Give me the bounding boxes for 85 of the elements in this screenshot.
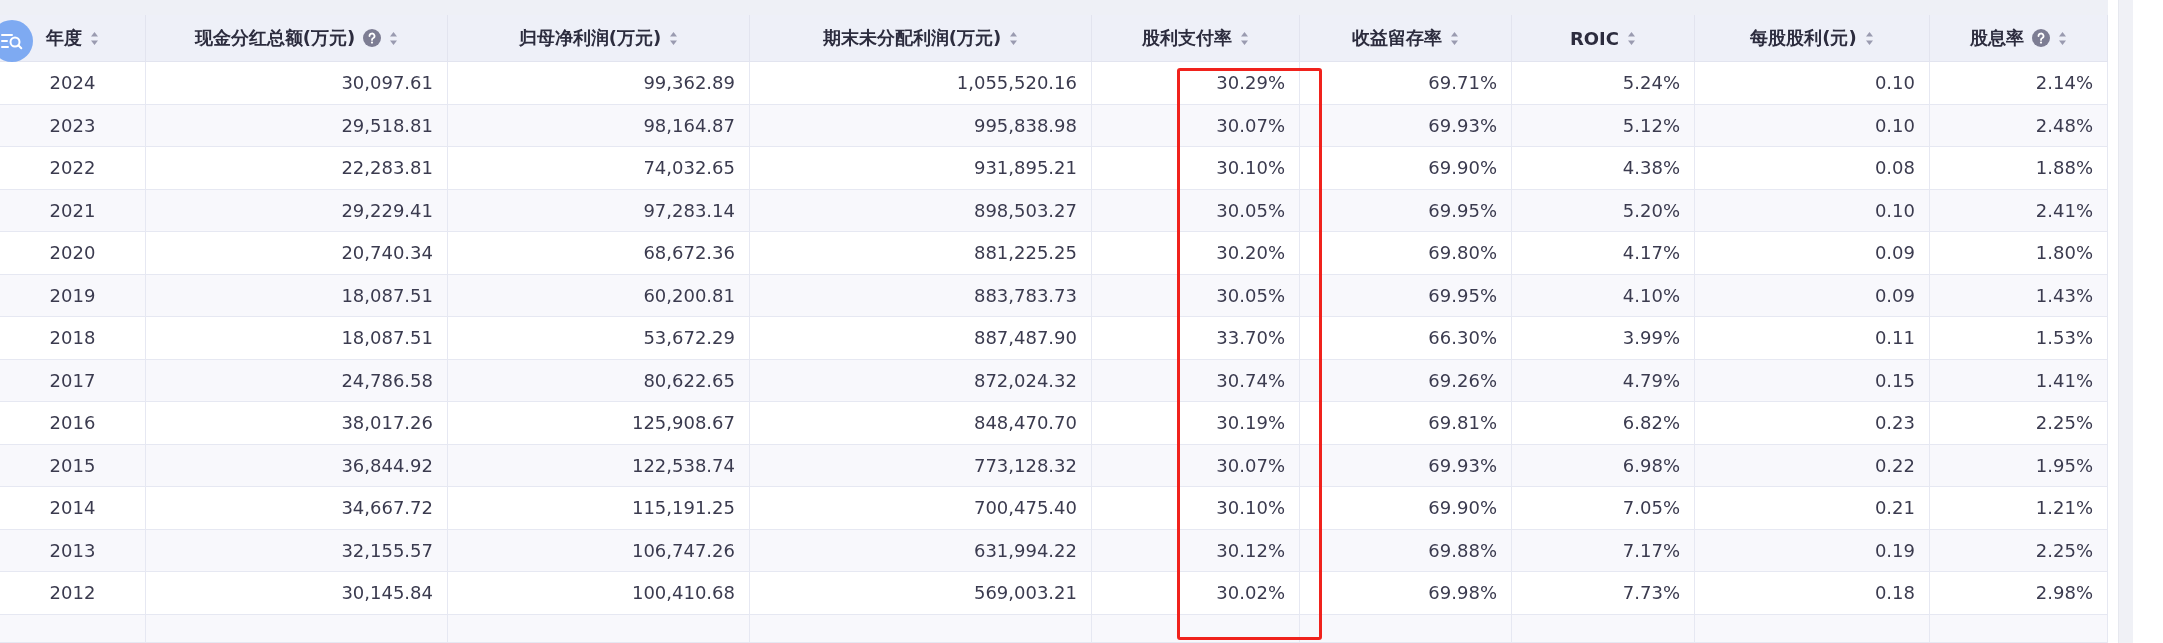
column-title[interactable]: 归母净利润(万元) — [518, 26, 662, 50]
table-cell: 99,362.89 — [448, 62, 750, 105]
help-icon[interactable] — [2032, 29, 2050, 47]
table-cell: 20,740.34 — [146, 232, 448, 275]
table-cell: 68,672.36 — [448, 232, 750, 275]
table-cell: 1.21% — [1930, 487, 2108, 530]
table-cell: 69.80% — [1300, 232, 1512, 275]
table-cell: 4.38% — [1512, 147, 1695, 190]
table-cell: 4.17% — [1512, 232, 1695, 275]
column-title[interactable]: 股利支付率 — [1142, 26, 1232, 50]
column-title[interactable]: 每股股利(元) — [1750, 26, 1857, 50]
table-cell: 848,470.70 — [750, 402, 1092, 445]
table-cell: 30,097.61 — [146, 62, 448, 105]
table-cell: 1.80% — [1930, 232, 2108, 275]
table-cell: 0.08 — [1695, 147, 1930, 190]
sort-icon[interactable] — [1627, 30, 1637, 46]
table-cell: 2018 — [0, 317, 146, 360]
table-cell: 69.98% — [1300, 572, 1512, 615]
table-cell: 69.90% — [1300, 147, 1512, 190]
table-cell: 700,475.40 — [750, 487, 1092, 530]
table-cell: 6.82% — [1512, 402, 1695, 445]
column-title[interactable]: 年度 — [46, 26, 82, 50]
sort-icon[interactable] — [1450, 30, 1459, 46]
column-title[interactable]: 收益留存率 — [1352, 26, 1442, 50]
table-cell: 0.11 — [1695, 317, 1930, 360]
table-cell: 69.90% — [1300, 487, 1512, 530]
table-cell: 30.02% — [1092, 572, 1300, 615]
table-cell: 0.10 — [1695, 62, 1930, 105]
column-title[interactable]: ROIC — [1569, 27, 1620, 49]
table-cell: 30.10% — [1092, 487, 1300, 530]
sort-icon[interactable] — [90, 30, 99, 46]
table-cell: 66.30% — [1300, 317, 1512, 360]
table-cell: 2024 — [0, 62, 146, 105]
table-cell: 30.29% — [1092, 62, 1300, 105]
table-cell: 53,672.29 — [448, 317, 750, 360]
sort-icon[interactable] — [2058, 30, 2067, 46]
table-cell: 30,145.84 — [146, 572, 448, 615]
table-cell: 1.88% — [1930, 147, 2108, 190]
table-cell: 2016 — [0, 402, 146, 445]
table-cell: 887,487.90 — [750, 317, 1092, 360]
table-cell: 38,017.26 — [146, 402, 448, 445]
help-icon[interactable] — [363, 29, 382, 47]
table-cell: 34,667.72 — [146, 487, 448, 530]
table-cell: 2012 — [0, 572, 146, 615]
table-cell: 569,003.21 — [750, 572, 1092, 615]
table-cell: 30.19% — [1092, 402, 1300, 445]
table-cell: 115,191.25 — [448, 487, 750, 530]
table-cell: 7.05% — [1512, 487, 1695, 530]
column-title[interactable]: 现金分红总额(万元) — [194, 26, 356, 50]
table-cell: 74,032.65 — [448, 147, 750, 190]
table-cell: 125,908.67 — [448, 402, 750, 445]
table-cell: 69.81% — [1300, 402, 1512, 445]
table-cell: 30.10% — [1092, 147, 1300, 190]
table-cell: 1,055,520.16 — [750, 62, 1092, 105]
sort-icon[interactable] — [1864, 30, 1874, 46]
table-cell: 33.70% — [1092, 317, 1300, 360]
sort-icon[interactable] — [1009, 30, 1019, 46]
sort-icon[interactable] — [669, 30, 679, 46]
table-cell: 3.99% — [1512, 317, 1695, 360]
table-cell: 69.71% — [1300, 62, 1512, 105]
filter-search-icon — [0, 31, 24, 51]
sort-icon[interactable] — [1240, 30, 1249, 46]
table-cell: 7.73% — [1512, 572, 1695, 615]
table-cell: 100,410.68 — [448, 572, 750, 615]
table-cell: 881,225.25 — [750, 232, 1092, 275]
sort-icon[interactable] — [389, 30, 399, 46]
table-cell: 30.20% — [1092, 232, 1300, 275]
column-title[interactable]: 股息率 — [1970, 26, 2024, 50]
table-cell: 5.24% — [1512, 62, 1695, 105]
table-cell: 2020 — [0, 232, 146, 275]
scrollbar-track[interactable] — [2118, 0, 2133, 643]
table-cell: 0.23 — [1695, 402, 1930, 445]
table-cell: 1.53% — [1930, 317, 2108, 360]
table-cell: 2022 — [0, 147, 146, 190]
table-cell: 2.25% — [1930, 402, 2108, 445]
table-cell: 2014 — [0, 487, 146, 530]
table-cell: 0.18 — [1695, 572, 1930, 615]
table-cell: 0.21 — [1695, 487, 1930, 530]
table-cell: 0.09 — [1695, 232, 1930, 275]
column-title[interactable]: 期末未分配利润(万元) — [822, 26, 1002, 50]
table-cell: 18,087.51 — [146, 317, 448, 360]
table-cell: 2.14% — [1930, 62, 2108, 105]
table-cell: 22,283.81 — [146, 147, 448, 190]
table-cell: 2.98% — [1930, 572, 2108, 615]
table-cell: 931,895.21 — [750, 147, 1092, 190]
